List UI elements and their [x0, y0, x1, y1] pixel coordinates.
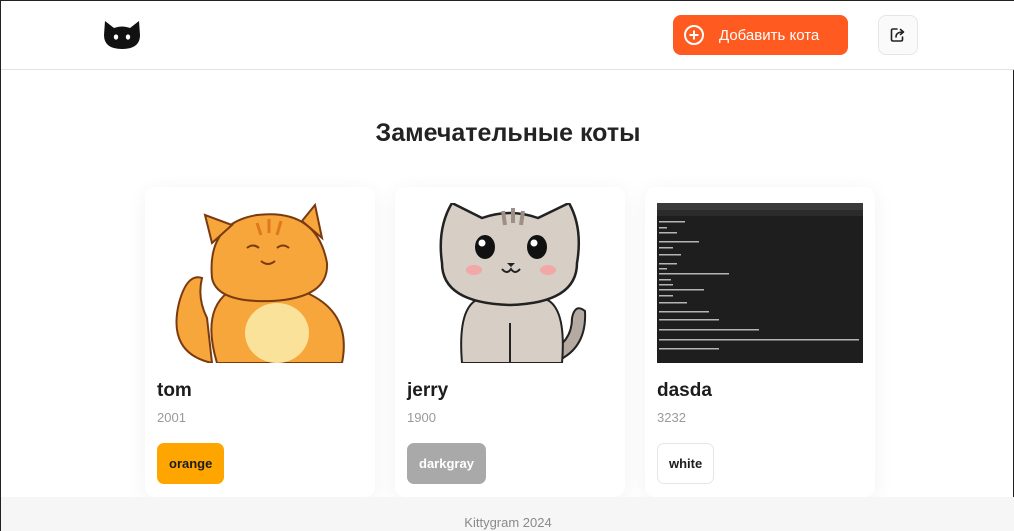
cat-name: dasda [657, 380, 712, 401]
code-editor-image [657, 203, 863, 363]
cat-birth-year: 1900 [407, 410, 436, 425]
cat-image[interactable] [157, 203, 363, 363]
cat-logo-icon[interactable] [102, 17, 142, 51]
cat-name: jerry [407, 380, 449, 401]
header: Добавить кота [1, 1, 1014, 70]
gray-cat-image [407, 203, 613, 363]
page-title: Замечательные коты [375, 119, 641, 147]
cat-card[interactable]: jerry 1900 darkgray [395, 187, 625, 497]
cat-color-badge: orange [157, 443, 225, 484]
cat-name: tom [157, 380, 192, 401]
cat-image[interactable] [407, 203, 613, 363]
cat-birth-year: 3232 [657, 410, 686, 425]
cat-birth-year: 2001 [157, 410, 186, 425]
cat-image[interactable] [657, 203, 863, 363]
add-cat-button[interactable]: Добавить кота [673, 15, 848, 55]
cat-color-badge: white [657, 443, 715, 484]
add-cat-button-label: Добавить кота [719, 26, 820, 44]
plus-circle-icon [684, 25, 704, 45]
cat-card[interactable]: tom 2001 orange [145, 187, 375, 497]
orange-cat-image [157, 203, 363, 363]
footer-text: Kittygram 2024 [464, 515, 552, 530]
logout-icon [890, 28, 905, 42]
logout-button[interactable] [878, 15, 918, 55]
cat-card[interactable]: dasda 3232 white [645, 187, 875, 497]
footer: Kittygram 2024 [1, 497, 1014, 531]
cat-color-badge: darkgray [407, 443, 486, 484]
